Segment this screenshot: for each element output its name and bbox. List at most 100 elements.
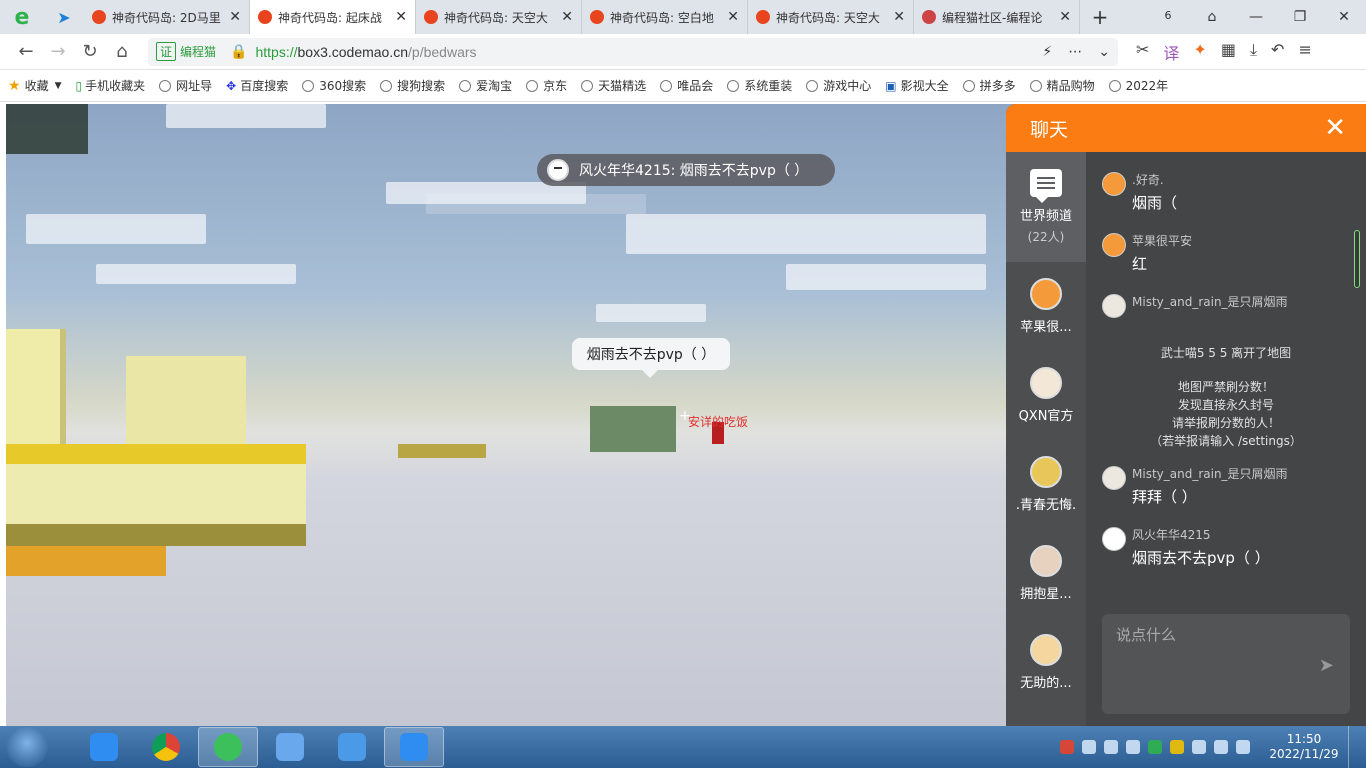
tab-close-icon[interactable]: ✕ [395,9,407,25]
bookmark-item[interactable]: 网址导 [159,77,212,94]
bookmark-item[interactable]: ✥ 百度搜索 [226,77,288,94]
globe-icon [727,79,740,92]
send-icon[interactable]: ➤ [44,8,84,27]
channel-world[interactable]: 世界频道 (22人) [1006,152,1086,262]
download-icon[interactable]: ⤓ [1250,40,1257,64]
game-icon[interactable]: ✦ [1193,40,1206,64]
avatar [1030,456,1062,488]
back-icon[interactable]: ← [10,41,42,62]
restore-button[interactable]: ❐ [1278,9,1322,25]
tab-1[interactable]: 神奇代码岛: 起床战 ✕ [250,0,416,34]
bookmark-item[interactable]: ▯ 手机收藏夹 [76,77,146,94]
tab-favicon-icon [922,10,936,24]
cloud [166,104,326,128]
bookmark-item[interactable]: 系统重装 [727,77,792,94]
tab-close-icon[interactable]: ✕ [229,9,241,25]
taskbar-app-feishu-2[interactable] [384,727,444,767]
globe-icon [159,79,172,92]
reload-icon[interactable]: ↻ [74,41,106,62]
scissors-icon[interactable]: ✂ [1136,40,1149,64]
caret-down-icon[interactable]: ▼ [55,81,62,91]
bookmark-item[interactable]: 360搜索 [302,77,366,94]
tab-close-icon[interactable]: ✕ [893,9,905,25]
bookmark-item[interactable]: 拼多多 [962,77,1016,94]
chat-input-placeholder: 说点什么 [1116,626,1177,644]
bookmark-item[interactable]: 京东 [526,77,567,94]
send-icon[interactable]: ➤ [1319,655,1334,676]
contact-item[interactable]: 无助的... [1006,618,1086,707]
tray-icon[interactable] [1104,740,1118,754]
bookmark-item[interactable]: 精品购物 [1029,77,1095,94]
address-bar[interactable]: 证 编程猫 🔒 https:// box3.codemao.cn /p/bedw… [148,37,1118,66]
tray-icon[interactable] [1082,740,1096,754]
app-icon [400,733,428,761]
cloud [596,304,706,322]
bookmark-item[interactable]: 搜狗搜索 [380,77,445,94]
translate-icon[interactable]: 译 [1163,40,1179,64]
bookmark-item[interactable]: 唯品会 [660,77,713,94]
contact-item[interactable]: .青春无悔. [1006,440,1086,529]
tab-4[interactable]: 神奇代码岛: 天空大 ✕ [748,0,914,34]
clock[interactable]: 11:50 2022/11/29 [1266,732,1342,762]
tab-close-icon[interactable]: ✕ [727,9,739,25]
close-icon[interactable]: ✕ [1324,115,1346,141]
signal-icon[interactable] [1214,740,1228,754]
menu-icon[interactable]: ≡ [1298,40,1311,64]
contact-item[interactable]: 拥抱星... [1006,529,1086,618]
bookmark-item[interactable]: 2022年 [1108,77,1168,94]
tab-5[interactable]: 编程猫社区-编程论 ✕ [914,0,1080,34]
volume-icon[interactable] [1236,740,1250,754]
tray-icon[interactable] [1126,740,1140,754]
tray-icon[interactable] [1192,740,1206,754]
tab-close-icon[interactable]: ✕ [1059,9,1071,25]
bookmark-item[interactable]: 爱淘宝 [459,77,512,94]
tab-favicon-icon [92,10,106,24]
shield-icon[interactable] [1148,740,1162,754]
avatar [1102,233,1126,257]
lightning-icon[interactable]: ⚡ [1042,44,1052,60]
chat-title: 聊天 [1030,118,1069,141]
forward-icon[interactable]: → [42,41,74,62]
tab-0[interactable]: 神奇代码岛: 2D马里 ✕ [84,0,250,34]
chat-input[interactable]: 说点什么 ➤ [1102,614,1350,714]
globe-icon [581,79,594,92]
bookmark-item[interactable]: ★ 收藏 ▼ [8,77,62,94]
chat-scrollbar[interactable] [1354,230,1360,288]
close-window-button[interactable]: ✕ [1322,9,1366,25]
undo-icon[interactable]: ↶ [1271,40,1284,64]
avatar [1102,172,1126,196]
contact-item[interactable]: QXN官方 [1006,351,1086,440]
start-button[interactable] [6,727,48,767]
home-icon[interactable]: ⌂ [106,41,138,62]
chat-channel-list: 世界频道 (22人) 苹果很... QXN官方 .青春无悔. 拥抱星... 无助… [1006,152,1086,726]
globe-icon [526,79,539,92]
bookmark-item[interactable]: ▣ 影视大全 [885,77,948,94]
tab-2[interactable]: 神奇代码岛: 天空大 ✕ [416,0,582,34]
minimize-button[interactable]: — [1234,9,1278,25]
browser-logo-icon[interactable]: e [0,5,44,30]
new-tab-button[interactable]: + [1080,5,1120,29]
globe-icon [1029,79,1042,92]
tab-close-icon[interactable]: ✕ [561,9,573,25]
cloud [96,264,296,284]
taskbar-app-feishu[interactable] [74,727,134,767]
bookmark-item[interactable]: 游戏中心 [806,77,871,94]
tray-icon[interactable] [1170,740,1184,754]
contact-item[interactable]: 苹果很... [1006,262,1086,351]
tab-3[interactable]: 神奇代码岛: 空白地 ✕ [582,0,748,34]
sogou-icon[interactable] [1060,740,1074,754]
cert-badge[interactable]: 证 [156,42,177,61]
taskbar-app-files[interactable] [322,727,382,767]
left-island-block [6,329,66,449]
chevron-down-icon[interactable]: ⌄ [1098,44,1110,60]
more-icon[interactable]: ⋯ [1068,44,1082,60]
bookmark-item[interactable]: 天猫精选 [581,77,646,94]
globe-icon [1108,79,1121,92]
shirt-icon[interactable]: ⌂ [1190,9,1234,25]
show-desktop-button[interactable] [1348,726,1360,768]
apps-icon[interactable]: ▦ [1221,40,1236,64]
taskbar-app-bird[interactable] [260,727,320,767]
tab-count-badge[interactable]: 6 [1146,9,1190,25]
taskbar-app-chrome[interactable] [136,727,196,767]
taskbar-app-browser[interactable] [198,727,258,767]
